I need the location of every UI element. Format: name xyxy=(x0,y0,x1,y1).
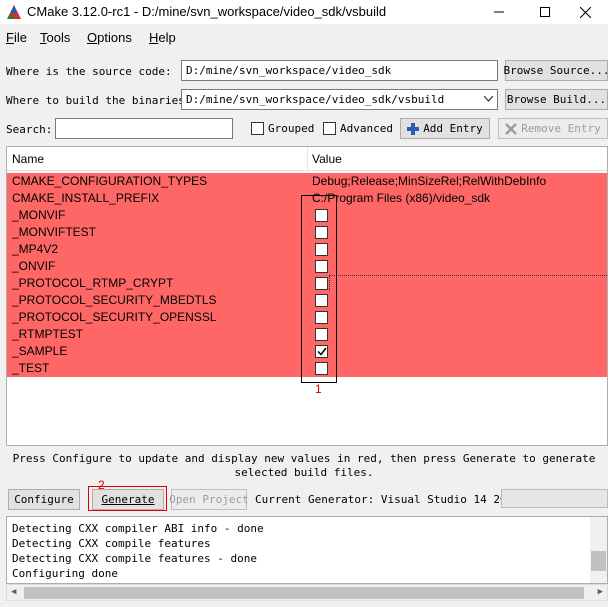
row-name: _MONVIFTEST xyxy=(12,225,97,239)
log-vertical-scroll-thumb[interactable] xyxy=(591,551,606,571)
log-horizontal-scrollbar[interactable]: ◀ ▶ xyxy=(6,584,608,601)
source-path-input[interactable]: D:/mine/svn_workspace/video_sdk xyxy=(181,60,498,81)
log-vertical-scrollbar[interactable] xyxy=(590,517,607,583)
header-value[interactable]: Value xyxy=(312,152,342,166)
add-icon xyxy=(407,122,420,135)
scroll-right-icon[interactable]: ▶ xyxy=(598,587,603,597)
annotation-number-1: 1 xyxy=(315,382,322,396)
menu-bar: File Tools Options Help xyxy=(0,27,608,49)
table-header: Name Value xyxy=(7,147,607,171)
row-value[interactable]: Debug;Release;MinSizeRel;RelWithDebInfo xyxy=(312,174,546,188)
binaries-path-combobox[interactable]: D:/mine/svn_workspace/video_sdk/vsbuild xyxy=(181,89,498,110)
output-log[interactable]: Detecting CXX compiler ABI info - done De… xyxy=(6,516,608,584)
menu-help[interactable]: Help xyxy=(149,30,176,45)
table-row[interactable]: CMAKE_CONFIGURATION_TYPES Debug;Release;M… xyxy=(7,173,607,190)
menu-options[interactable]: Options xyxy=(87,30,132,45)
minimize-icon xyxy=(494,11,504,13)
log-line: Configuring done xyxy=(12,567,118,580)
title-bar: CMake 3.12.0-rc1 - D:/mine/svn_workspace… xyxy=(0,0,608,24)
close-button[interactable] xyxy=(562,0,608,24)
browse-build-button[interactable]: Browse Build... xyxy=(505,89,608,110)
row-name: _RTMPTEST xyxy=(12,327,84,341)
progress-bar xyxy=(501,489,608,508)
add-entry-button[interactable]: Add Entry xyxy=(400,118,490,139)
search-input[interactable] xyxy=(55,118,233,139)
current-generator-label: Current Generator: Visual Studio 14 2015 xyxy=(255,493,520,506)
header-separator[interactable] xyxy=(307,147,308,171)
source-label: Where is the source code: xyxy=(6,65,172,78)
open-project-button[interactable]: Open Project xyxy=(169,489,249,510)
row-name: CMAKE_INSTALL_PREFIX xyxy=(12,191,160,205)
row-name: _ONVIF xyxy=(12,259,56,273)
window-title: CMake 3.12.0-rc1 - D:/mine/svn_workspace… xyxy=(27,4,387,19)
log-line: Detecting CXX compile features xyxy=(12,537,211,550)
maximize-icon xyxy=(540,7,550,17)
menu-file[interactable]: File xyxy=(6,30,27,45)
chevron-down-icon[interactable] xyxy=(484,96,493,102)
search-label: Search: xyxy=(6,123,53,136)
advanced-label: Advanced xyxy=(340,122,393,135)
configure-button[interactable]: Configure xyxy=(8,489,80,510)
log-line: Detecting CXX compiler ABI info - done xyxy=(12,522,264,535)
remove-entry-button[interactable]: Remove Entry xyxy=(498,118,608,139)
row-name: _MP4V2 xyxy=(12,242,59,256)
binaries-path-value: D:/mine/svn_workspace/video_sdk/vsbuild xyxy=(186,93,445,106)
remove-icon xyxy=(505,122,518,135)
row-name: _PROTOCOL_SECURITY_OPENSSL xyxy=(12,310,217,324)
advanced-checkbox[interactable] xyxy=(323,122,336,135)
annotation-box-1 xyxy=(301,195,337,383)
grouped-label: Grouped xyxy=(268,122,315,135)
row-name: _MONVIF xyxy=(12,208,66,222)
minimize-button[interactable] xyxy=(476,0,522,24)
row-name: _PROTOCOL_RTMP_CRYPT xyxy=(12,276,174,290)
log-horizontal-scroll-thumb[interactable] xyxy=(24,587,584,599)
row-value[interactable]: C:/Program Files (x86)/video_sdk xyxy=(312,191,490,205)
scroll-left-icon[interactable]: ◀ xyxy=(11,587,16,597)
log-line: Detecting CXX compile features - done xyxy=(12,552,258,565)
cmake-app-icon xyxy=(7,5,21,19)
close-icon xyxy=(579,6,591,18)
menu-tools[interactable]: Tools xyxy=(40,30,70,45)
annotation-number-2: 2 xyxy=(98,478,105,492)
row-name: _PROTOCOL_SECURITY_MBEDTLS xyxy=(12,293,217,307)
log-lines: Detecting CXX compiler ABI info - done De… xyxy=(12,521,264,581)
grouped-checkbox[interactable] xyxy=(251,122,264,135)
binaries-label: Where to build the binaries: xyxy=(6,94,192,107)
row-name: _TEST xyxy=(12,361,50,375)
header-name[interactable]: Name xyxy=(12,152,44,166)
row-name: _SAMPLE xyxy=(12,344,68,358)
hint-text: Press Configure to update and display ne… xyxy=(12,452,596,479)
browse-source-button[interactable]: Browse Source... xyxy=(504,60,608,81)
row-name: CMAKE_CONFIGURATION_TYPES xyxy=(12,174,208,188)
